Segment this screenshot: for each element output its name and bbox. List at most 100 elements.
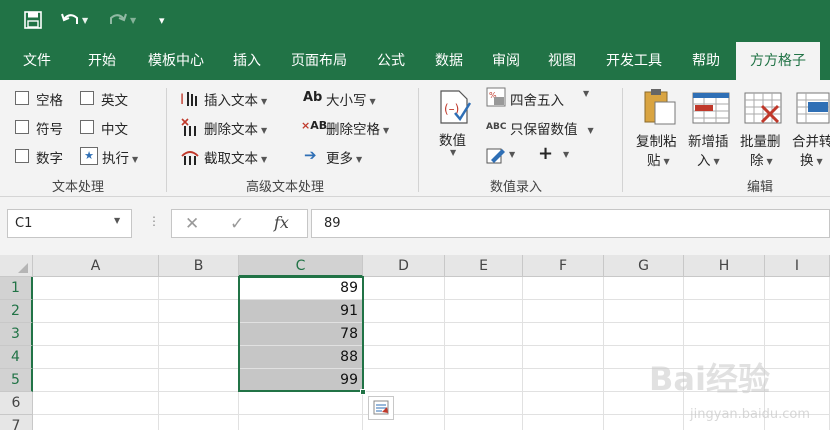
checkbox-chinese[interactable] (80, 120, 94, 134)
copy-paste-button[interactable]: 贴 ▼ (647, 149, 670, 169)
grid-cell[interactable] (445, 300, 523, 323)
grid-cell[interactable] (33, 392, 159, 415)
grid-cell[interactable] (523, 323, 604, 346)
grid-cell[interactable] (363, 300, 445, 323)
grid-cell[interactable] (159, 323, 239, 346)
grid-cell[interactable] (523, 415, 604, 430)
grid-cell[interactable] (684, 300, 765, 323)
value-button[interactable]: 数值 (439, 129, 466, 149)
grid-cell[interactable] (445, 415, 523, 430)
edit-value-dropdown-icon[interactable]: ▼ (509, 150, 515, 159)
batch-delete-label-1[interactable]: 批量删 (740, 130, 781, 150)
grid-cell[interactable] (33, 323, 159, 346)
grid-cell[interactable] (445, 369, 523, 392)
plus-dropdown-icon[interactable]: ▼ (563, 150, 569, 159)
tab-file[interactable]: 文件 (8, 42, 66, 80)
cell-c4[interactable]: 88 (239, 346, 363, 369)
fill-handle[interactable] (360, 389, 366, 395)
grid-cell[interactable] (363, 369, 445, 392)
case-button[interactable]: 大小写 ▼ (326, 89, 376, 109)
row-header-3[interactable]: 3 (0, 323, 33, 346)
grid-cell[interactable] (445, 346, 523, 369)
tab-template-center[interactable]: 模板中心 (136, 42, 216, 80)
grid-cell[interactable] (159, 346, 239, 369)
new-insert-label-1[interactable]: 新增插 (688, 130, 729, 150)
grid-cell[interactable] (159, 277, 239, 300)
column-header-g[interactable]: G (604, 255, 684, 277)
customize-toolbar-icon[interactable]: ▾ (159, 9, 165, 31)
column-header-b[interactable]: B (159, 255, 239, 277)
name-box-dropdown-icon[interactable]: ▼ (114, 216, 120, 225)
plus-icon[interactable]: + (538, 143, 553, 164)
tab-home[interactable]: 开始 (74, 42, 130, 80)
save-icon[interactable] (24, 9, 42, 31)
row-header-4[interactable]: 4 (0, 346, 33, 369)
batch-delete-button[interactable]: 除 ▼ (750, 149, 773, 169)
merge-convert-button[interactable]: 换 ▼ (800, 149, 823, 169)
grid-cell[interactable] (159, 392, 239, 415)
grid-cell[interactable] (33, 415, 159, 430)
grid-cell[interactable] (239, 415, 363, 430)
grid-cell[interactable] (33, 300, 159, 323)
grid-cell[interactable] (33, 369, 159, 392)
cell-c5[interactable]: 99 (239, 369, 363, 392)
redo-icon[interactable]: ▼ (108, 9, 136, 31)
grid-cell[interactable] (765, 323, 830, 346)
grid-cell[interactable] (445, 323, 523, 346)
grid-cell[interactable] (159, 369, 239, 392)
grid-cell[interactable] (523, 346, 604, 369)
execute-button[interactable]: 执行 ▼ (102, 147, 138, 167)
tab-help[interactable]: 帮助 (681, 42, 731, 80)
formula-input[interactable]: 89 (311, 209, 830, 238)
grid-cell[interactable] (604, 323, 684, 346)
grid-cell[interactable] (765, 277, 830, 300)
cancel-icon[interactable]: ✕ (185, 214, 199, 234)
grid-cell[interactable] (239, 392, 363, 415)
grid-cell[interactable] (523, 369, 604, 392)
new-insert-button[interactable]: 入 ▼ (697, 149, 720, 169)
merge-convert-label-1[interactable]: 合并转 (792, 130, 830, 150)
enter-icon[interactable]: ✓ (230, 214, 244, 234)
value-dropdown-icon[interactable]: ▼ (450, 148, 456, 157)
keep-value-button[interactable]: 只保留数值 ▼ (510, 118, 594, 138)
checkbox-number[interactable] (15, 149, 29, 163)
column-header-c[interactable]: C (239, 255, 363, 277)
row-header-6[interactable]: 6 (0, 392, 33, 415)
column-header-h[interactable]: H (684, 255, 765, 277)
row-header-1[interactable]: 1 (0, 277, 33, 300)
grid-cell[interactable] (159, 300, 239, 323)
grid-cell[interactable] (523, 300, 604, 323)
grid-cell[interactable] (604, 415, 684, 430)
checkbox-space[interactable] (15, 91, 29, 105)
grid-cell[interactable] (363, 323, 445, 346)
cell-c2[interactable]: 91 (239, 300, 363, 323)
column-header-d[interactable]: D (363, 255, 445, 277)
tab-page-layout[interactable]: 页面布局 (280, 42, 358, 80)
quick-analysis-button[interactable] (368, 396, 394, 420)
grid-cell[interactable] (765, 369, 830, 392)
delete-text-button[interactable]: 删除文本 ▼ (204, 118, 267, 138)
insert-text-button[interactable]: 插入文本 ▼ (204, 89, 267, 109)
cell-c1[interactable]: 89 (239, 277, 363, 300)
grid-cell[interactable] (33, 346, 159, 369)
grid-cell[interactable] (765, 346, 830, 369)
tab-fangfang[interactable]: 方方格子 (736, 42, 820, 80)
grid-cell[interactable] (445, 277, 523, 300)
grid-cell[interactable] (604, 277, 684, 300)
grid-cell[interactable] (523, 392, 604, 415)
column-header-a[interactable]: A (33, 255, 159, 277)
grid-cell[interactable] (523, 277, 604, 300)
tab-formulas[interactable]: 公式 (366, 42, 416, 80)
row-header-5[interactable]: 5 (0, 369, 33, 392)
tab-insert[interactable]: 插入 (222, 42, 272, 80)
tab-developer[interactable]: 开发工具 (596, 42, 672, 80)
grid-cell[interactable] (765, 300, 830, 323)
grid-cell[interactable] (159, 415, 239, 430)
column-header-i[interactable]: I (765, 255, 830, 277)
grid-cell[interactable] (445, 392, 523, 415)
cell-c3[interactable]: 78 (239, 323, 363, 346)
grid-cell[interactable] (684, 323, 765, 346)
edit-value-icon[interactable] (486, 147, 506, 169)
row-header-7[interactable]: 7 (0, 415, 33, 430)
checkbox-symbol[interactable] (15, 120, 29, 134)
